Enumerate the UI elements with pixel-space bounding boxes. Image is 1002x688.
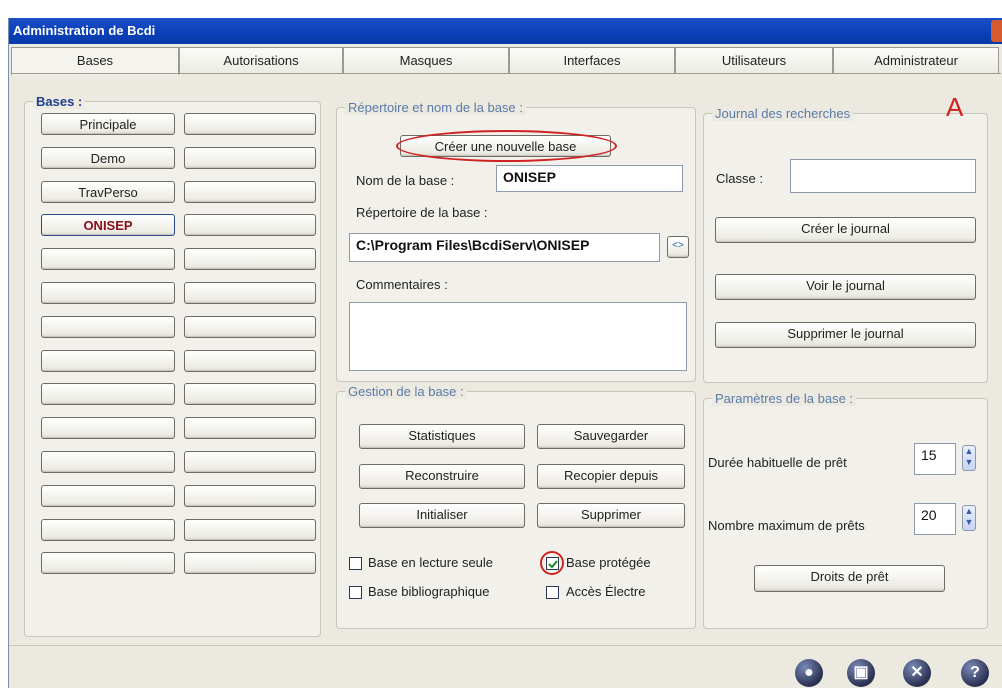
view-journal-button[interactable]: Voir le journal	[715, 274, 976, 300]
sauvegarder-button[interactable]: Sauvegarder	[537, 424, 685, 449]
browse-button[interactable]: <>	[667, 236, 689, 258]
base-slot-button[interactable]	[184, 383, 316, 406]
base-slot-button[interactable]	[41, 552, 175, 575]
protected-label: Base protégée	[566, 555, 651, 570]
window-close-button[interactable]	[991, 20, 1002, 42]
base-name-label: Nom de la base :	[356, 173, 455, 188]
tab-utilisateurs[interactable]: Utilisateurs	[675, 47, 833, 73]
base-name-field[interactable]: ONISEP	[496, 165, 683, 192]
repertoire-legend: Répertoire et nom de la base :	[345, 100, 526, 115]
supprimer-button[interactable]: Supprimer	[537, 503, 685, 528]
create-journal-button[interactable]: Créer le journal	[715, 217, 976, 243]
droits-button[interactable]: Droits de prêt	[754, 565, 945, 592]
annotation-label: A	[946, 92, 964, 122]
tab-bar: Bases Autorisations Masques Interfaces U…	[11, 47, 1001, 75]
admin-window: Administration de Bcdi Bases Autorisatio…	[8, 18, 1002, 688]
base-slot-button[interactable]	[41, 518, 175, 541]
journal-group: Journal des recherches A Classe : Créer …	[703, 92, 988, 383]
tab-interfaces[interactable]: Interfaces	[509, 47, 675, 73]
base-slot-button[interactable]	[41, 282, 175, 304]
base-slot-button[interactable]	[184, 451, 316, 473]
tab-bases[interactable]: Bases	[11, 47, 179, 75]
title-bar: Administration de Bcdi	[9, 18, 1002, 44]
bases-legend: Bases :	[33, 94, 86, 109]
base-slot-button[interactable]	[184, 180, 316, 203]
base-slot-button[interactable]	[184, 552, 316, 575]
base-slot-button[interactable]	[41, 248, 175, 271]
duree-label: Durée habituelle de prêt	[708, 455, 847, 470]
tab-autorisations[interactable]: Autorisations	[179, 47, 343, 73]
base-slot-button[interactable]	[41, 484, 175, 507]
electre-label: Accès Électre	[566, 584, 646, 599]
gestion-group: Gestion de la base : Statistiques Sauveg…	[336, 384, 696, 629]
reconstruire-button[interactable]: Reconstruire	[359, 464, 525, 489]
save-icon[interactable]: ▣	[847, 659, 875, 687]
repertoire-group: Répertoire et nom de la base : Créer une…	[336, 100, 696, 382]
base-slot-button[interactable]	[184, 214, 316, 237]
comments-label: Commentaires :	[356, 277, 448, 292]
tab-masques[interactable]: Masques	[343, 47, 509, 73]
base-slot-button[interactable]	[41, 417, 175, 440]
base-dir-field[interactable]: C:\Program Files\BcdiServ\ONISEP	[349, 233, 660, 262]
max-field[interactable]: 20	[914, 503, 956, 535]
parametres-legend: Paramètres de la base :	[712, 391, 857, 406]
electre-checkbox[interactable]	[546, 586, 559, 599]
max-label: Nombre maximum de prêts	[708, 518, 865, 533]
base-slot-button[interactable]	[184, 349, 316, 372]
comments-field[interactable]	[349, 302, 687, 371]
classe-field[interactable]	[790, 159, 976, 193]
base-slot-button[interactable]	[184, 146, 316, 169]
base-slot-button[interactable]	[184, 518, 316, 541]
base-dir-label: Répertoire de la base :	[356, 205, 488, 220]
statistiques-button[interactable]: Statistiques	[359, 424, 525, 449]
delete-journal-button[interactable]: Supprimer le journal	[715, 322, 976, 348]
info-icon[interactable]: ●	[795, 659, 823, 687]
journal-legend: Journal des recherches	[712, 106, 854, 121]
base-slot-button[interactable]	[184, 484, 316, 507]
base-slot-button[interactable]	[184, 248, 316, 271]
tab-divider	[11, 73, 1001, 74]
bases-group: Bases : Principale Demo TravPerso ONISEP	[24, 94, 321, 637]
bibliographic-checkbox[interactable]	[349, 586, 362, 599]
duree-field[interactable]: 15	[914, 443, 956, 475]
base-slot-button[interactable]: TravPerso	[41, 180, 175, 203]
base-slot-button[interactable]: Demo	[41, 146, 175, 169]
base-slot-button[interactable]	[41, 315, 175, 338]
close-icon[interactable]: ✕	[903, 659, 931, 687]
recopier-button[interactable]: Recopier depuis	[537, 464, 685, 489]
readonly-checkbox[interactable]	[349, 557, 362, 570]
gestion-legend: Gestion de la base :	[345, 384, 467, 399]
base-slot-button[interactable]	[184, 113, 316, 135]
window-title: Administration de Bcdi	[13, 23, 156, 38]
base-slot-button[interactable]	[184, 417, 316, 440]
base-slot-button[interactable]: ONISEP	[41, 214, 175, 237]
base-slot-button[interactable]	[41, 349, 175, 372]
classe-label: Classe :	[716, 171, 763, 186]
base-slot-button[interactable]	[184, 282, 316, 304]
highlight-circle	[396, 130, 617, 162]
bibliographic-label: Base bibliographique	[368, 584, 490, 599]
base-slot-button[interactable]	[184, 315, 316, 338]
bottom-toolbar: ● ▣ ✕ ?	[9, 645, 1002, 688]
initialiser-button[interactable]: Initialiser	[359, 503, 525, 528]
readonly-label: Base en lecture seule	[368, 555, 494, 570]
tab-administrateur[interactable]: Administrateur	[833, 47, 999, 73]
parametres-group: Paramètres de la base : Durée habituelle…	[703, 391, 988, 629]
base-slot-button[interactable]	[41, 383, 175, 406]
duree-spinner[interactable]: ▲ ▼	[962, 445, 976, 471]
protected-highlight-circle	[540, 551, 564, 575]
base-slot-button[interactable]: Principale	[41, 113, 175, 135]
max-spinner[interactable]: ▲ ▼	[962, 505, 976, 531]
help-icon[interactable]: ?	[961, 659, 989, 687]
base-slot-button[interactable]	[41, 451, 175, 473]
